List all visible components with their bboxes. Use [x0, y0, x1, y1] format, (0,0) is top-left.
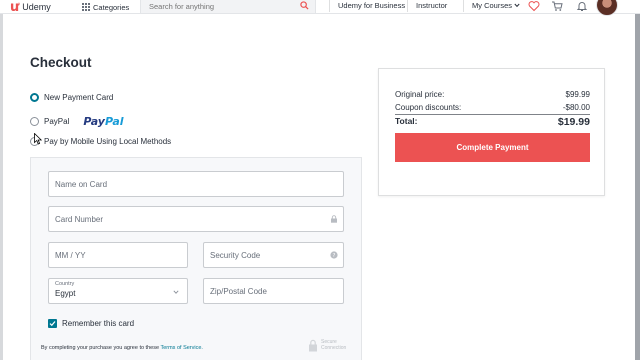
remember-card-option[interactable]: Remember this card	[48, 319, 134, 328]
name-on-card-field	[48, 171, 344, 197]
payment-option-label: Pay by Mobile Using Local Methods	[44, 137, 172, 146]
terms-text: By completing your purchase you agree to…	[41, 345, 161, 351]
udemy-logo[interactable]: ư Udemy	[10, 0, 51, 14]
bell-icon[interactable]	[576, 0, 588, 12]
card-number-field	[48, 206, 344, 232]
remember-card-checkbox[interactable]	[48, 319, 57, 328]
total-value: $19.99	[557, 116, 590, 128]
lock-icon	[331, 215, 337, 223]
zip-code-field	[203, 278, 344, 304]
categories-label: Categories	[93, 2, 130, 12]
my-courses-menu[interactable]: My Courses	[472, 0, 520, 14]
paypal-logo: PayPal	[83, 115, 124, 128]
user-avatar[interactable]	[596, 0, 618, 16]
payment-option-paypal[interactable]: PayPal PayPal	[30, 115, 124, 128]
total-label: Total:	[395, 116, 418, 126]
expiry-input[interactable]	[49, 243, 187, 267]
country-label: Country	[55, 281, 75, 287]
country-select[interactable]: Country Egypt	[48, 278, 188, 304]
payment-option-label: PayPal	[44, 117, 70, 126]
security-code-input[interactable]	[204, 243, 343, 267]
instructor-link[interactable]: Instructor	[416, 0, 447, 14]
radio-unselected[interactable]	[30, 117, 39, 126]
top-navigation: ư Udemy Categories Udemy for Business In…	[0, 0, 640, 16]
svg-text:?: ?	[333, 253, 336, 259]
window-edge	[0, 14, 3, 360]
radio-selected[interactable]	[30, 93, 39, 102]
secure-connection-text: Secure Connection	[321, 339, 347, 351]
heart-icon[interactable]	[528, 0, 540, 12]
grid-icon	[82, 3, 90, 11]
original-price-value: $99.99	[565, 90, 590, 99]
original-price-label: Original price:	[395, 90, 445, 99]
original-price-row: Original price: $99.99	[395, 90, 590, 99]
udemy-logo-icon: ư	[10, 0, 20, 15]
coupon-discount-label: Coupon discounts:	[395, 103, 462, 112]
udemy-for-business-link[interactable]: Udemy for Business	[338, 0, 405, 14]
order-summary: Original price: $99.99 Coupon discounts:…	[378, 68, 605, 196]
terms-notice: By completing your purchase you agree to…	[41, 345, 203, 351]
terms-of-service-link[interactable]: Terms of Service.	[160, 345, 202, 351]
security-code-field: ?	[203, 242, 344, 268]
card-number-input[interactable]	[49, 207, 343, 231]
payment-option-mobile[interactable]: Pay by Mobile Using Local Methods	[30, 137, 171, 146]
expiry-field	[48, 242, 188, 268]
nav-divider	[329, 0, 330, 12]
chevron-down-icon	[514, 3, 520, 8]
name-on-card-input[interactable]	[49, 172, 343, 196]
country-value: Egypt	[55, 289, 76, 298]
cart-icon[interactable]	[551, 0, 563, 12]
remember-card-label: Remember this card	[62, 319, 135, 328]
secure-connection-badge: Secure Connection	[308, 339, 351, 352]
categories-menu[interactable]: Categories	[82, 0, 129, 14]
udemy-logo-text: Udemy	[22, 2, 51, 12]
total-row: Total: $19.99	[395, 116, 590, 128]
search-input[interactable]	[141, 0, 291, 13]
chevron-down-icon	[173, 290, 179, 294]
nav-divider	[463, 0, 464, 12]
coupon-discount-row: Coupon discounts: -$80.00	[395, 103, 590, 112]
summary-divider	[395, 114, 590, 115]
coupon-discount-value: -$80.00	[562, 103, 590, 112]
checkmark-icon	[49, 321, 56, 327]
complete-payment-button[interactable]: Complete Payment	[395, 133, 590, 162]
my-courses-label: My Courses	[472, 1, 513, 10]
payment-option-label: New Payment Card	[44, 93, 114, 102]
help-icon[interactable]: ?	[330, 251, 338, 259]
mouse-cursor-icon	[34, 133, 42, 145]
search-bar	[140, 0, 316, 14]
nav-divider	[407, 0, 408, 12]
scrollbar[interactable]	[635, 14, 640, 360]
payment-option-new-card[interactable]: New Payment Card	[30, 93, 113, 102]
zip-code-input[interactable]	[204, 279, 343, 303]
search-icon[interactable]	[300, 1, 309, 10]
lock-icon	[309, 339, 317, 352]
page-title: Checkout	[30, 55, 92, 70]
